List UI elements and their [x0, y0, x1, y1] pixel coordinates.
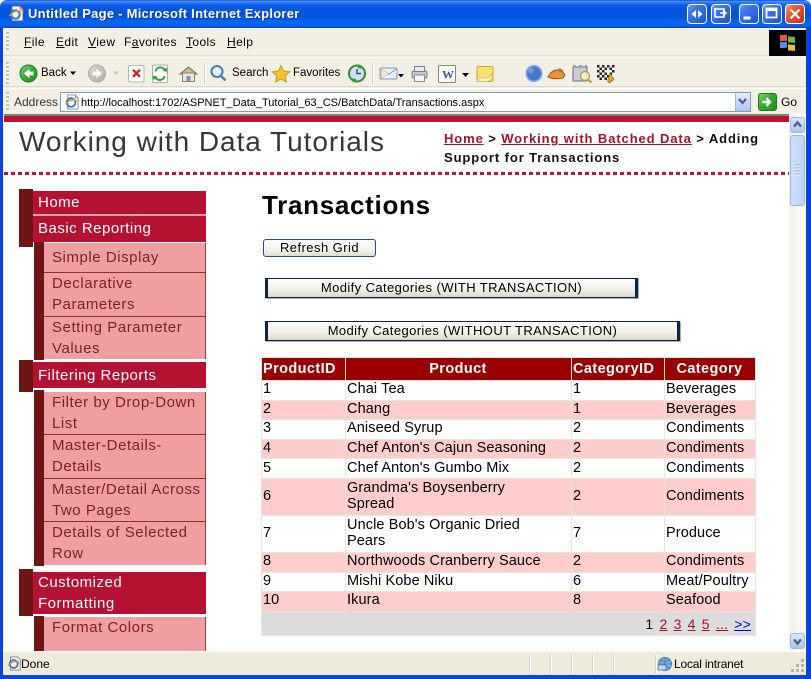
- svg-text:W: W: [442, 68, 454, 82]
